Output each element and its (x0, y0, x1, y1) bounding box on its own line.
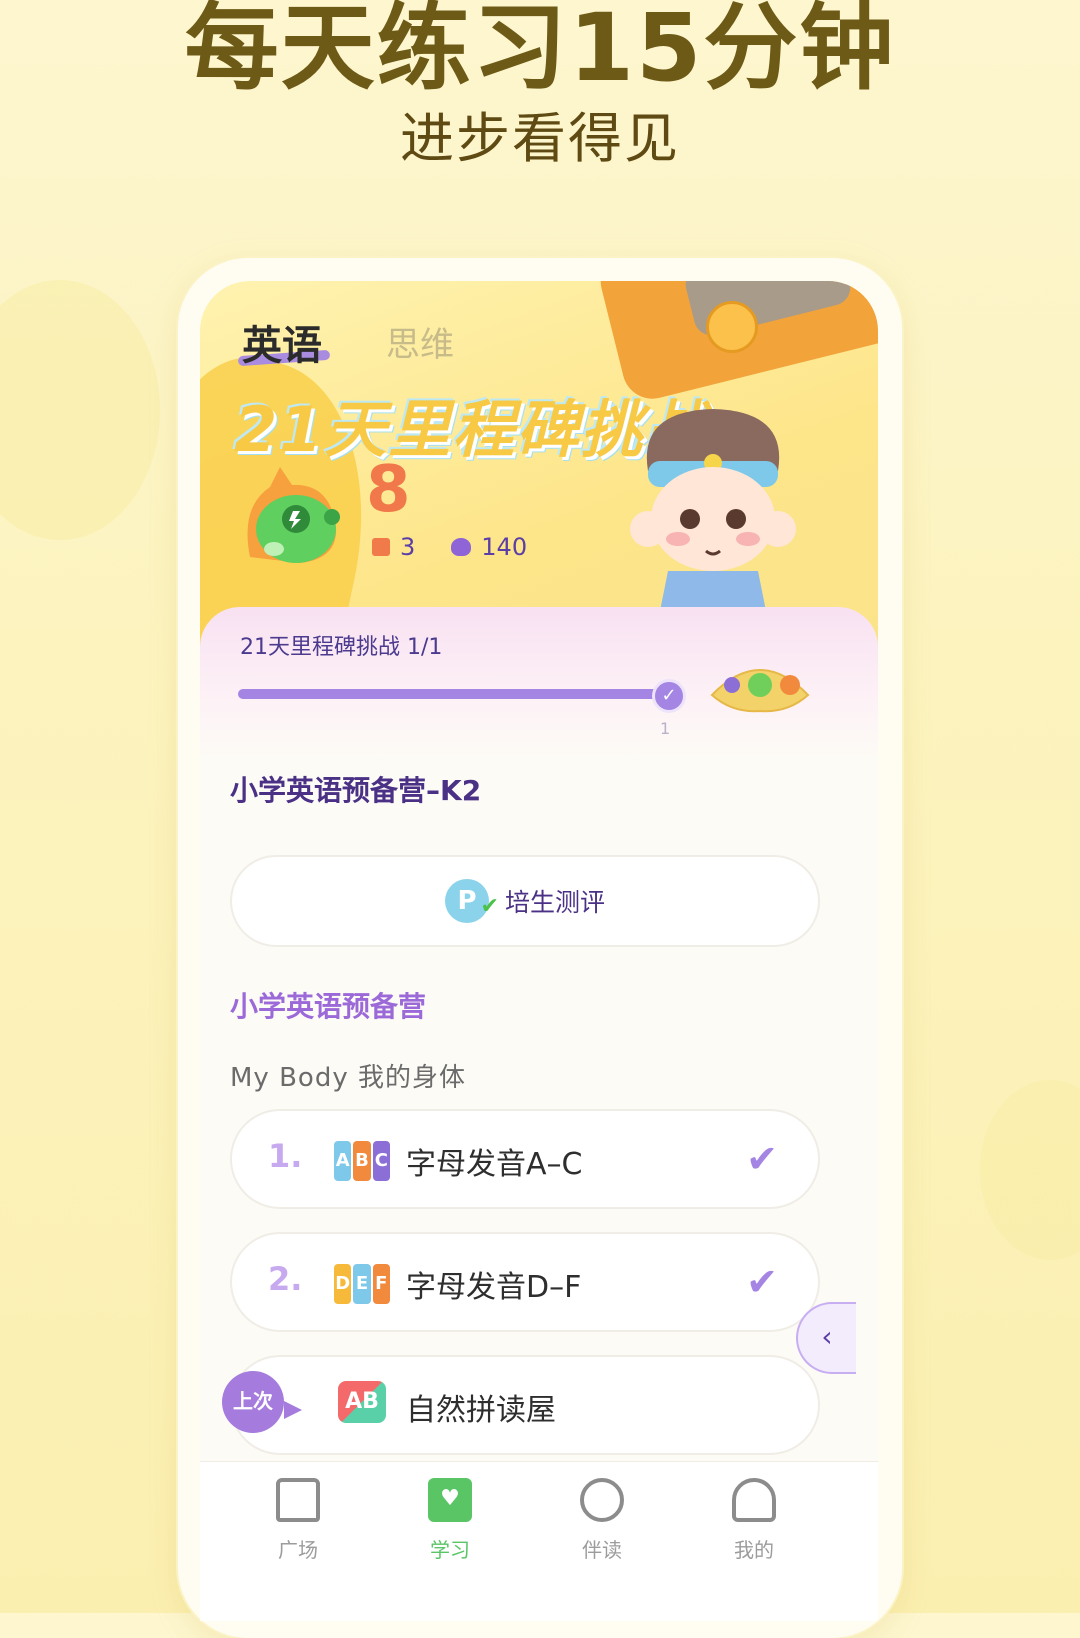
book-heart-icon: ♥ (428, 1478, 472, 1522)
progress-fill (238, 689, 658, 699)
lesson-item[interactable]: 2. D E F 字母发音D–F ✔ (230, 1232, 820, 1332)
mascot-boy-illustration (630, 409, 796, 621)
bg-cloud-left (0, 280, 160, 540)
completed-check-icon: ✔ (746, 1137, 778, 1181)
lesson-number: 2. (268, 1260, 303, 1298)
milestone-tick-label: 1 (660, 719, 671, 738)
camp-title: 小学英语预备营 (230, 990, 427, 1023)
gem-count: 140 (481, 533, 528, 561)
milestone-label: 21天里程碑挑战 1/1 (240, 635, 443, 660)
tab-english[interactable]: 英语 (242, 313, 322, 371)
bell-icon (732, 1478, 776, 1522)
stats-row: 3 140 (372, 533, 527, 561)
course-title: 小学英语预备营–K2 (230, 774, 482, 807)
tab-mine[interactable]: 我的 (694, 1478, 814, 1563)
chevron-left-icon: ‹ (821, 1320, 833, 1353)
bg-cloud-right (980, 1080, 1080, 1260)
app-screen: 英语 思维 21天里程碑挑战 8 3 140 21天里程碑挑战 1/1 ✓ 1 … (200, 281, 878, 1621)
unit-title: My Body 我的身体 (230, 1063, 466, 1093)
abc-blocks-icon: A B C (334, 1141, 390, 1181)
lesson-number: 1. (268, 1137, 303, 1175)
streak-count: 8 (366, 453, 411, 527)
promo-headline: 每天练习15分钟 (184, 0, 896, 103)
tab-companion[interactable]: 伴读 (542, 1478, 662, 1563)
promo-subline: 进步看得见 (400, 107, 680, 170)
tab-label: 学习 (430, 1538, 470, 1562)
badge-count: 3 (400, 533, 416, 561)
gem-icon (451, 538, 472, 556)
tab-label: 我的 (734, 1538, 774, 1562)
bottom-tab-bar: 广场 ♥ 学习 伴读 我的 (200, 1461, 878, 1621)
lesson-name: 字母发音A–C (406, 1147, 583, 1182)
milestone-progress-card[interactable]: 21天里程碑挑战 1/1 ✓ 1 (200, 607, 878, 757)
milestone-check-icon: ✓ (652, 679, 686, 713)
tab-label: 伴读 (582, 1538, 622, 1562)
milestone-reward-badge-icon[interactable] (708, 655, 812, 715)
phonics-cards-icon: AB (338, 1381, 386, 1423)
lesson-item[interactable]: 1. A B C 字母发音A–C ✔ (230, 1109, 820, 1209)
lesson-name: 自然拼读屋 (406, 1393, 556, 1428)
home-icon (276, 1478, 320, 1522)
progress-track (238, 689, 658, 699)
tab-study[interactable]: ♥ 学习 (390, 1478, 510, 1563)
lesson-name: 字母发音D–F (406, 1270, 582, 1305)
last-visited-flag-icon (284, 1401, 302, 1419)
pet-monster-icon[interactable] (240, 467, 344, 567)
assessment-button[interactable]: P 培生测评 (230, 855, 820, 947)
lesson-item-phonics[interactable]: 自然拼读屋 (230, 1355, 820, 1455)
pearson-check-icon: P (444, 879, 499, 929)
medal-icon (372, 538, 390, 556)
hero-banner: 英语 思维 21天里程碑挑战 8 3 140 (200, 281, 878, 740)
planet-icon (580, 1478, 624, 1522)
last-visited-badge: 上次 (222, 1371, 284, 1433)
tab-thinking[interactable]: 思维 (386, 317, 454, 366)
def-blocks-icon: D E F (334, 1264, 390, 1304)
assessment-label: 培生测评 (504, 888, 605, 917)
coin-icon (706, 301, 758, 353)
tab-plaza[interactable]: 广场 (238, 1478, 358, 1563)
completed-check-icon: ✔ (746, 1260, 778, 1304)
tab-label: 广场 (278, 1538, 318, 1562)
